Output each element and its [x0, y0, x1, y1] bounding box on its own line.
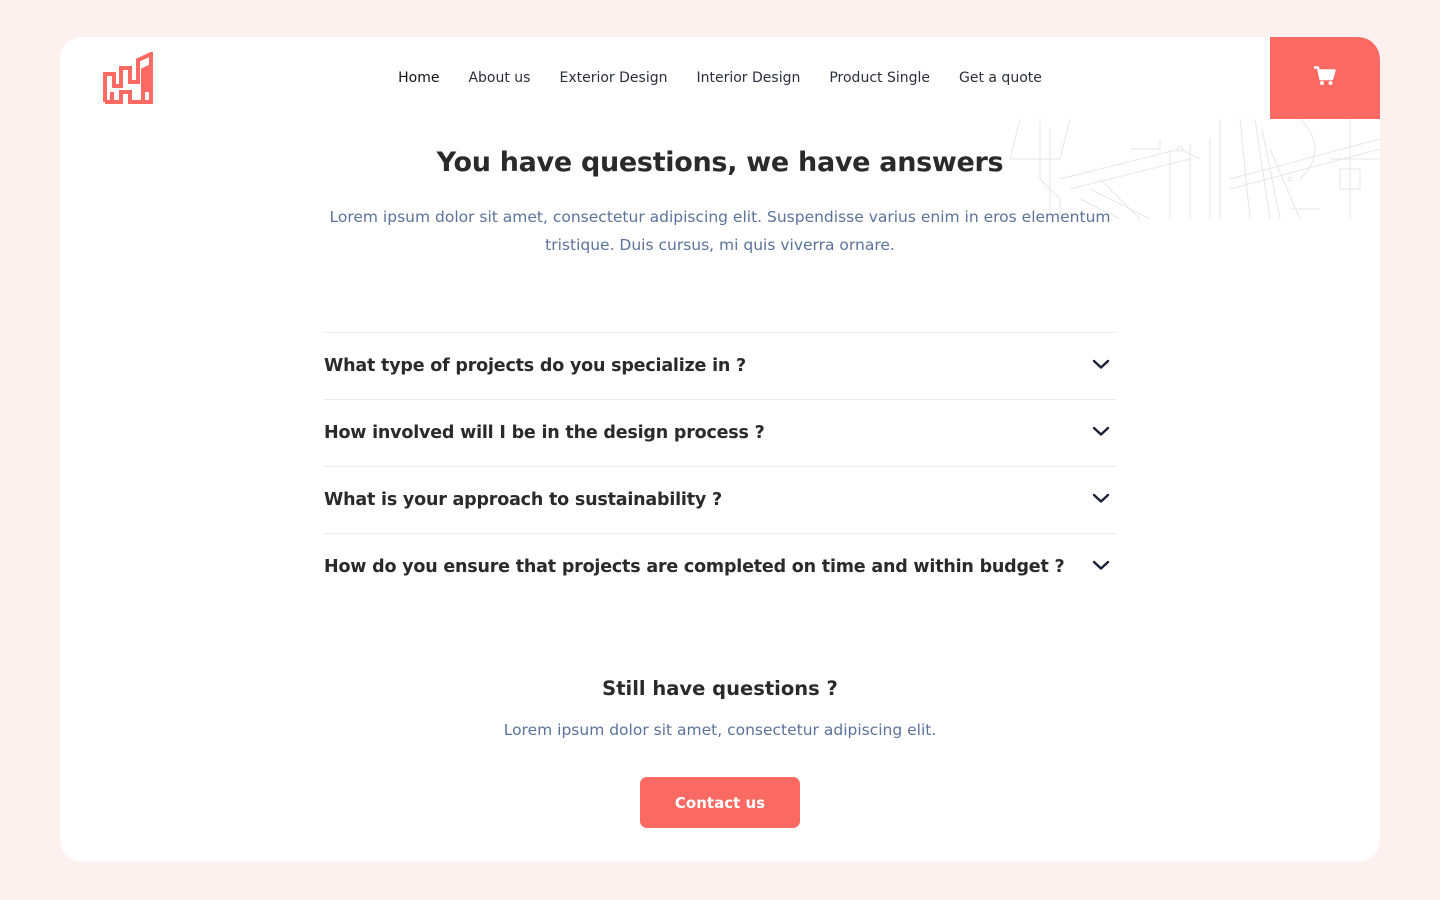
chevron-down-icon	[1092, 560, 1110, 570]
chevron-down-icon	[1092, 493, 1110, 503]
nav-exterior-design[interactable]: Exterior Design	[559, 67, 667, 89]
nav-get-a-quote[interactable]: Get a quote	[959, 67, 1042, 89]
faq-item[interactable]: What is your approach to sustainability …	[324, 466, 1116, 533]
faq-question: What type of projects do you specialize …	[324, 356, 746, 376]
page-subtitle: Lorem ipsum dolor sit amet, consectetur …	[329, 208, 1111, 254]
nav-home[interactable]: Home	[398, 67, 439, 89]
faq-item[interactable]: How do you ensure that projects are comp…	[324, 533, 1116, 600]
faq-item[interactable]: How involved will I be in the design pro…	[324, 399, 1116, 466]
chevron-down-icon	[1092, 359, 1110, 369]
faq-question: How involved will I be in the design pro…	[324, 423, 765, 443]
cta-title: Still have questions ?	[602, 677, 838, 700]
shopping-cart-icon	[1314, 66, 1336, 90]
chevron-down-icon	[1092, 426, 1110, 436]
faq-list: What type of projects do you specialize …	[324, 332, 1116, 600]
page-card: Home About us Exterior Design Interior D…	[60, 37, 1380, 862]
nav-about-us[interactable]: About us	[468, 67, 530, 89]
cart-button[interactable]	[1270, 37, 1380, 119]
faq-question: How do you ensure that projects are comp…	[324, 557, 1065, 577]
faq-question: What is your approach to sustainability …	[324, 490, 722, 510]
nav-interior-design[interactable]: Interior Design	[696, 67, 800, 89]
cta-subtitle: Lorem ipsum dolor sit amet, consectetur …	[503, 721, 937, 739]
main-nav: Home About us Exterior Design Interior D…	[60, 67, 1380, 89]
faq-item[interactable]: What type of projects do you specialize …	[324, 332, 1116, 399]
page-title: You have questions, we have answers	[436, 147, 1004, 178]
nav-product-single[interactable]: Product Single	[829, 67, 930, 89]
contact-us-button[interactable]: Contact us	[640, 777, 800, 828]
